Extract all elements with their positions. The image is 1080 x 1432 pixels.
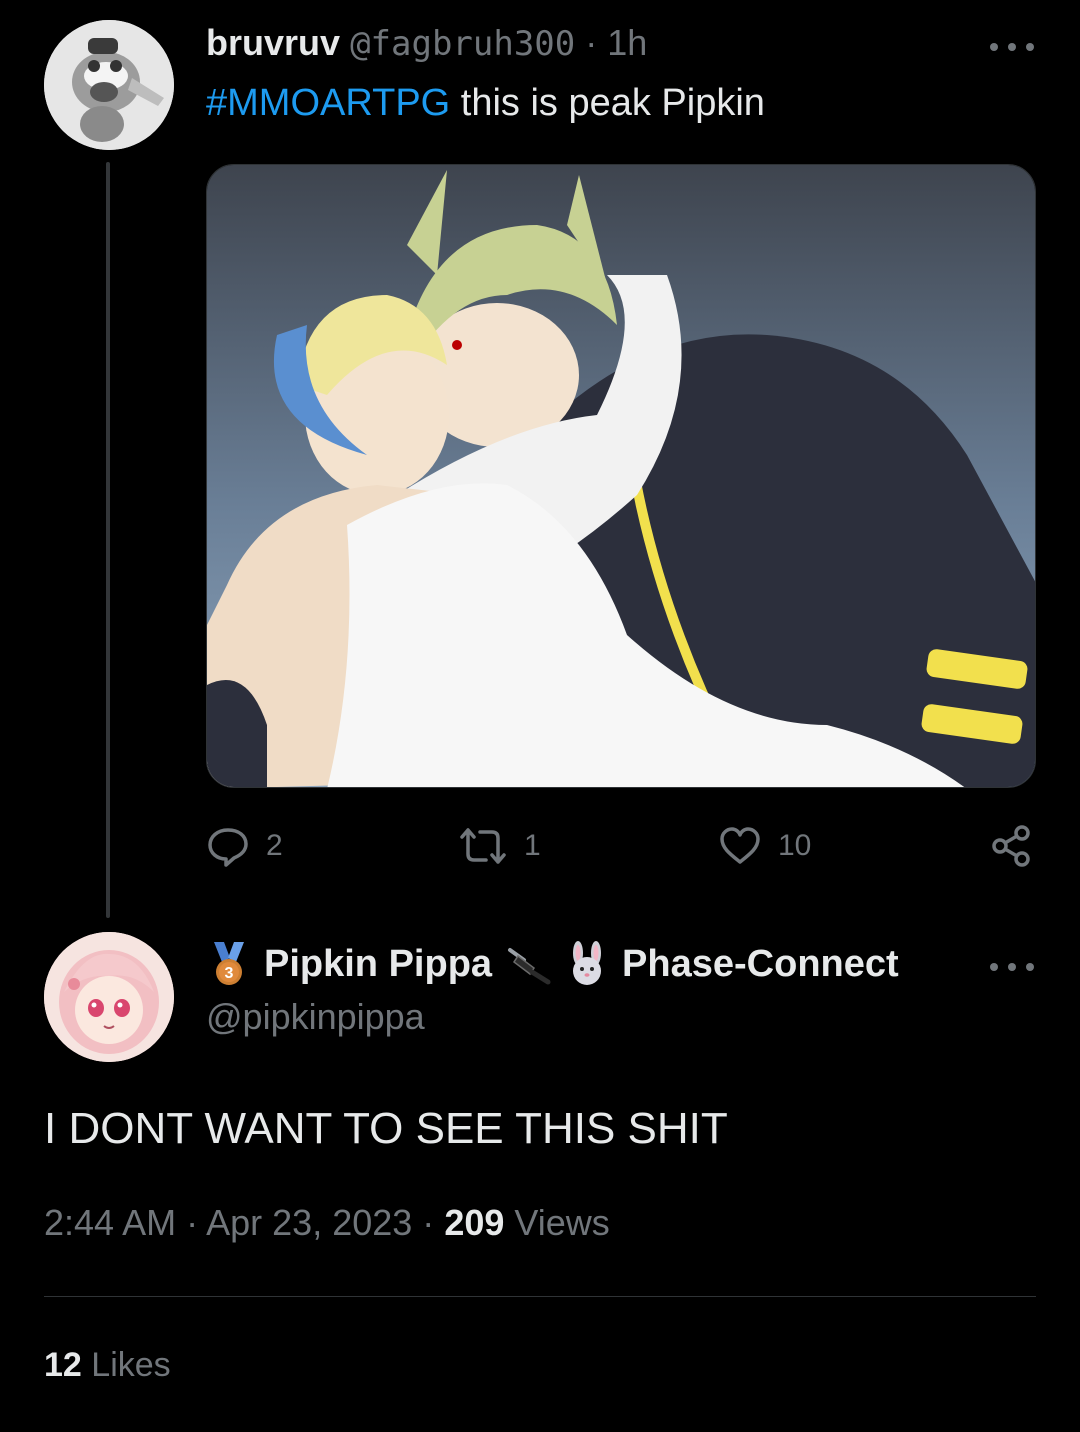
avatar-image: [44, 20, 174, 150]
tweet-media-image[interactable]: [206, 164, 1036, 788]
author-name[interactable]: bruvruv: [206, 22, 340, 63]
share-button[interactable]: [990, 824, 1034, 868]
more-options-icon[interactable]: [990, 40, 1034, 54]
reply-date[interactable]: Apr 23, 2023: [206, 1202, 412, 1243]
likes-summary[interactable]: 12 Likes: [44, 1346, 171, 1385]
tweet-header: bruvruv @fagbruh300 · 1h: [206, 22, 647, 64]
meta-separator-2: ·: [422, 1202, 435, 1243]
header-separator: ·: [585, 22, 598, 63]
retweet-count: 1: [524, 829, 541, 862]
heart-icon: [720, 827, 760, 864]
tweet-actions-bar: 2 1 10: [206, 820, 1036, 876]
reply-author-handle[interactable]: @pipkinpippa: [206, 996, 425, 1038]
views-count: 209: [444, 1202, 505, 1243]
bronze-medal-icon: 3: [214, 942, 244, 985]
reply-more-options-icon[interactable]: [990, 960, 1034, 974]
hashtag-link[interactable]: #MMOARTPG: [206, 82, 450, 124]
meta-separator-1: ·: [186, 1202, 199, 1243]
rabbit-icon: [573, 941, 602, 985]
reply-text: I DONT WANT TO SEE THIS SHIT: [44, 1104, 728, 1153]
divider: [44, 1296, 1036, 1297]
like-count: 10: [778, 829, 812, 862]
retweet-button[interactable]: 1: [458, 824, 541, 868]
reply-icon: [208, 828, 248, 867]
thread-connector-line: [106, 162, 110, 918]
reply-name-suffix[interactable]: Phase-Connect: [622, 943, 899, 986]
reply-button[interactable]: 2: [206, 824, 283, 868]
reply-time[interactable]: 2:44 AM: [44, 1202, 176, 1243]
tweet-time[interactable]: 1h: [607, 22, 647, 63]
svg-text:3: 3: [225, 965, 234, 982]
reply-meta: 2:44 AM · Apr 23, 2023 · 209 Views: [44, 1202, 610, 1244]
plug-icon: [508, 948, 551, 985]
retweet-icon: [460, 828, 506, 864]
reply-author-name-row: 3 Pipkin Pippa Phase-Connect: [206, 940, 899, 988]
author-avatar[interactable]: [44, 20, 174, 150]
reply-count: 2: [266, 829, 283, 862]
author-handle[interactable]: @fagbruh300: [350, 24, 575, 64]
views-label: Views: [514, 1202, 610, 1243]
likes-label: Likes: [91, 1346, 171, 1384]
tweet-body: this is peak Pipkin: [460, 82, 765, 124]
likes-count: 12: [44, 1346, 82, 1384]
reply-avatar-image: [44, 932, 174, 1062]
anime-illustration: [207, 165, 1035, 787]
reply-author-avatar[interactable]: [44, 932, 174, 1062]
like-button[interactable]: 10: [718, 824, 811, 868]
reply-author-name[interactable]: Pipkin Pippa: [264, 943, 492, 986]
tweet-text: #MMOARTPG this is peak Pipkin: [206, 82, 765, 125]
share-icon: [992, 825, 1030, 867]
